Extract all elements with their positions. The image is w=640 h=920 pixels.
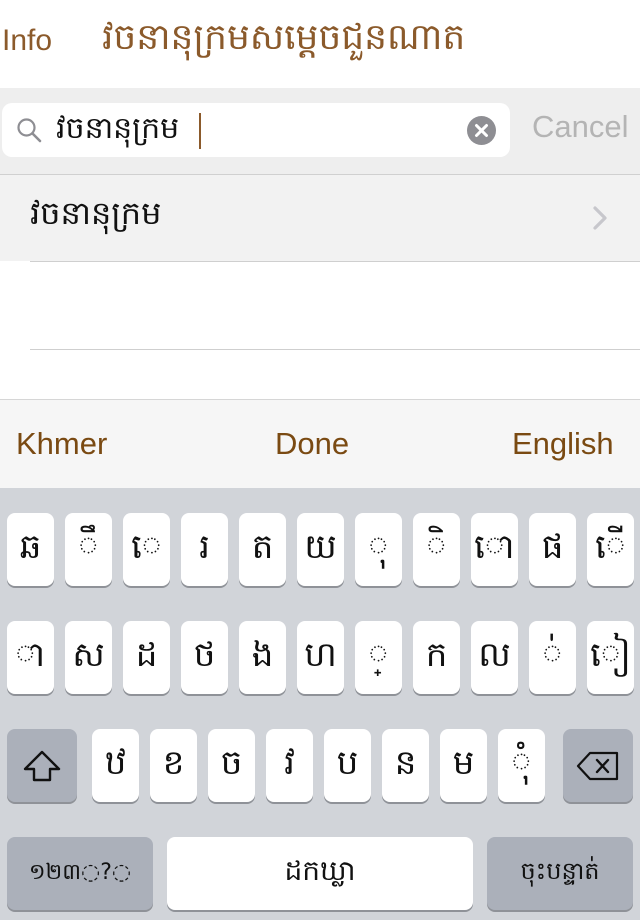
- key[interactable]: ិ: [413, 513, 460, 586]
- khmer-keyboard: ឆ ឹ េ រ ត យ ុ ិ ោ ផ ើ ា ស ដ ថ ង ហ ្ ក ល …: [0, 488, 640, 920]
- khmer-button[interactable]: Khmer: [16, 426, 107, 462]
- search-icon: [17, 118, 42, 143]
- key[interactable]: ខ: [150, 729, 197, 802]
- return-key[interactable]: ចុះបន្ទាត់: [487, 837, 633, 910]
- key[interactable]: ស: [65, 621, 112, 694]
- key[interactable]: ម: [440, 729, 487, 802]
- key[interactable]: ឆ: [7, 513, 54, 586]
- search-bar: វចនានុក្រម Cancel: [0, 88, 640, 175]
- key[interactable]: រ: [181, 513, 228, 586]
- chevron-right-icon: [593, 206, 607, 230]
- row-divider: [30, 349, 640, 350]
- key[interactable]: ឋ: [92, 729, 139, 802]
- key[interactable]: េ: [123, 513, 170, 586]
- key[interactable]: ្: [355, 621, 402, 694]
- key[interactable]: ុ: [355, 513, 402, 586]
- navigation-bar: Info វចនានុក្រមសម្ដេចជួនណាត: [0, 0, 640, 89]
- key[interactable]: ត: [239, 513, 286, 586]
- search-field[interactable]: វចនានុក្រម: [2, 103, 510, 157]
- key[interactable]: ើ: [587, 513, 634, 586]
- backspace-icon: [576, 751, 619, 780]
- key[interactable]: ់: [529, 621, 576, 694]
- numbers-key[interactable]: ១២៣◌?◌: [7, 837, 153, 910]
- key[interactable]: ឹ: [65, 513, 112, 586]
- shift-icon: [23, 750, 61, 781]
- clear-icon[interactable]: [467, 116, 496, 145]
- shift-key[interactable]: [7, 729, 77, 802]
- key[interactable]: ដ: [123, 621, 170, 694]
- delete-key[interactable]: [563, 729, 633, 802]
- key[interactable]: វ: [266, 729, 313, 802]
- key[interactable]: ហ: [297, 621, 344, 694]
- info-button[interactable]: Info: [2, 24, 52, 58]
- key[interactable]: ល: [471, 621, 518, 694]
- key[interactable]: ប: [324, 729, 371, 802]
- key[interactable]: ុំ: [498, 729, 545, 802]
- space-key[interactable]: ដកឃ្លា: [167, 837, 473, 910]
- key[interactable]: ច: [208, 729, 255, 802]
- key[interactable]: យ: [297, 513, 344, 586]
- results-list: វចនានុក្រម: [0, 175, 640, 399]
- english-button[interactable]: English: [512, 426, 614, 462]
- row-divider: [30, 261, 640, 262]
- input-toolbar: Khmer Done English: [0, 399, 640, 489]
- text-cursor: [199, 113, 201, 149]
- list-item[interactable]: វចនានុក្រម: [0, 175, 640, 261]
- key[interactable]: ថ: [181, 621, 228, 694]
- key[interactable]: ផ: [529, 513, 576, 586]
- key[interactable]: ន: [382, 729, 429, 802]
- key[interactable]: ក: [413, 621, 460, 694]
- key[interactable]: ង: [239, 621, 286, 694]
- cancel-button[interactable]: Cancel: [532, 109, 629, 145]
- list-item-label: វចនានុក្រម: [30, 194, 162, 232]
- app-title: វចនានុក្រមសម្ដេចជួនណាត: [102, 17, 466, 58]
- key[interactable]: ា: [7, 621, 54, 694]
- key[interactable]: ៀ: [587, 621, 634, 694]
- done-button[interactable]: Done: [275, 426, 349, 462]
- key[interactable]: ោ: [471, 513, 518, 586]
- search-input[interactable]: វចនានុក្រម: [56, 109, 179, 153]
